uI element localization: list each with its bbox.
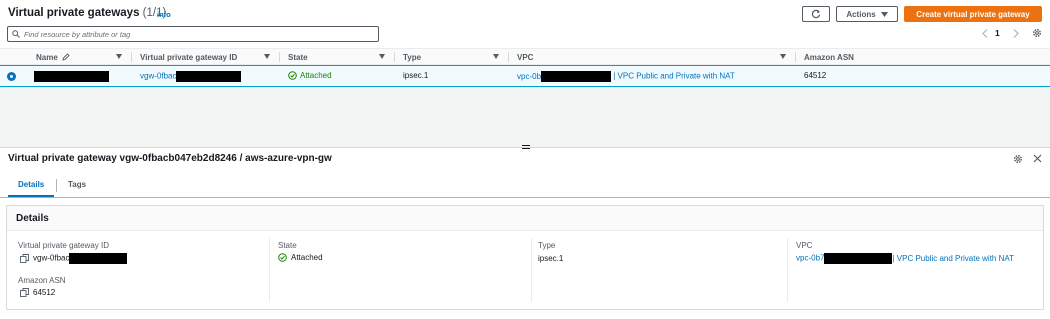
sort-caret-icon[interactable] xyxy=(493,54,499,59)
column-divider xyxy=(787,238,788,302)
check-circle-icon xyxy=(288,71,297,80)
page-title-text: Virtual private gateways xyxy=(8,7,140,19)
tab-tags[interactable]: Tags xyxy=(68,180,86,189)
state-label: State xyxy=(278,241,297,250)
gateway-id-text: vgw-0fbac xyxy=(33,253,70,263)
row-state-text: Attached xyxy=(300,71,332,80)
state-text: Attached xyxy=(291,253,323,262)
active-tab-indicator xyxy=(8,195,54,197)
sort-caret-icon[interactable] xyxy=(780,54,786,59)
page-title: Virtual private gateways (1/1) xyxy=(8,7,166,19)
column-header-vpc[interactable]: VPC xyxy=(517,49,533,65)
redacted-gateway-id xyxy=(176,71,242,82)
edit-pencil-icon xyxy=(62,53,70,61)
amazon-asn-label: Amazon ASN xyxy=(18,276,66,285)
column-header-type-label: Type xyxy=(403,52,422,62)
refresh-icon xyxy=(811,9,821,19)
search-input[interactable] xyxy=(24,29,364,39)
search-icon xyxy=(12,30,20,38)
refresh-button[interactable] xyxy=(802,6,830,22)
row-vpc-link[interactable]: vpc-0b xyxy=(517,71,612,82)
close-detail-button[interactable] xyxy=(1032,153,1043,164)
row-vpc-id-text: vpc-0b xyxy=(517,71,542,81)
detail-tabs: Details Tags xyxy=(0,174,1050,198)
row-state-cell: Attached xyxy=(288,71,332,80)
current-page-number[interactable]: 1 xyxy=(995,28,1000,38)
column-divider[interactable] xyxy=(508,52,509,62)
close-icon xyxy=(1033,154,1042,163)
state-value: Attached xyxy=(278,253,323,262)
row-gateway-id-text: vgw-0fbac xyxy=(140,71,177,81)
row-vpc-name[interactable]: | VPC Public and Private with NAT xyxy=(611,72,735,81)
row-gateway-id-link[interactable]: vgw-0fbac xyxy=(140,71,242,82)
column-header-name-label: Name xyxy=(36,52,58,62)
vpc-label: VPC xyxy=(796,241,813,250)
create-gateway-button[interactable]: Create virtual private gateway xyxy=(904,6,1042,22)
type-value: ipsec.1 xyxy=(538,254,564,263)
redacted-gateway-id xyxy=(69,253,128,264)
check-circle-icon xyxy=(278,253,287,262)
column-divider[interactable] xyxy=(394,52,395,62)
column-divider[interactable] xyxy=(795,52,796,62)
details-card: Details Virtual private gateway ID vgw-0… xyxy=(6,205,1044,310)
chevron-right-icon xyxy=(1013,28,1019,38)
vpc-name[interactable]: | VPC Public and Private with NAT xyxy=(892,254,1014,263)
search-field[interactable] xyxy=(7,26,379,42)
detail-panel-title: Virtual private gateway vgw-0fbacb047eb2… xyxy=(8,153,332,164)
column-header-state-label: State xyxy=(288,52,308,62)
actions-dropdown-button[interactable]: Actions xyxy=(836,6,898,22)
gateway-id-value: vgw-0fbac xyxy=(20,253,128,264)
details-card-header: Details xyxy=(7,206,1043,231)
tab-divider xyxy=(56,179,57,192)
column-header-gateway-id[interactable]: Virtual private gateway ID xyxy=(140,49,237,65)
redacted-vpc-id xyxy=(541,71,612,82)
tab-details[interactable]: Details xyxy=(18,180,44,189)
column-header-amazon-asn-label: Amazon ASN xyxy=(804,52,854,62)
row-name-cell xyxy=(34,71,109,82)
settings-gear-icon xyxy=(1013,154,1022,163)
row-vpc-cell: vpc-0b | VPC Public and Private with NAT xyxy=(517,71,735,82)
redacted-name xyxy=(34,71,109,82)
caret-down-icon xyxy=(880,11,888,17)
column-header-state[interactable]: State xyxy=(288,49,308,65)
table-header: Name Virtual private gateway ID State Ty… xyxy=(0,48,1050,65)
type-label: Type xyxy=(538,241,556,250)
next-page-button[interactable] xyxy=(1011,27,1021,39)
settings-gear-icon xyxy=(1033,29,1041,37)
column-divider xyxy=(531,238,532,302)
details-card-title: Details xyxy=(16,213,49,224)
amazon-asn-text: 64512 xyxy=(33,288,56,297)
chevron-left-icon xyxy=(982,28,988,38)
table-preferences-button[interactable] xyxy=(1031,27,1043,39)
column-divider[interactable] xyxy=(279,52,280,62)
column-header-type[interactable]: Type xyxy=(403,49,421,65)
detail-settings-button[interactable] xyxy=(1012,153,1023,164)
drag-handle-icon[interactable] xyxy=(522,145,530,150)
actions-label: Actions xyxy=(846,9,876,19)
table-row[interactable]: vgw-0fbac Attached ipsec.1 vpc-0b | VPC … xyxy=(0,65,1050,87)
amazon-asn-value: 64512 xyxy=(20,288,55,297)
redacted-vpc-id xyxy=(824,253,893,264)
info-link[interactable]: info xyxy=(157,10,171,19)
row-type-cell: ipsec.1 xyxy=(403,71,429,80)
table-empty-area xyxy=(0,87,1050,143)
sort-caret-icon[interactable] xyxy=(264,54,270,59)
column-header-amazon-asn[interactable]: Amazon ASN xyxy=(804,49,854,65)
copy-icon[interactable] xyxy=(20,288,29,297)
column-divider xyxy=(269,238,270,302)
vpc-link[interactable]: vpc-0b7 xyxy=(796,253,893,264)
column-header-name[interactable]: Name xyxy=(36,49,70,65)
column-header-gateway-id-label: Virtual private gateway ID xyxy=(140,52,238,62)
vpc-id-text: vpc-0b7 xyxy=(796,253,825,263)
column-header-vpc-label: VPC xyxy=(517,52,534,62)
vpc-value: vpc-0b7 | VPC Public and Private with NA… xyxy=(796,253,1014,264)
row-select-radio[interactable] xyxy=(7,72,16,81)
sort-caret-icon[interactable] xyxy=(116,54,122,59)
column-divider[interactable] xyxy=(131,52,132,62)
sort-caret-icon[interactable] xyxy=(379,54,385,59)
copy-icon[interactable] xyxy=(20,254,29,263)
row-asn-cell: 64512 xyxy=(804,71,827,80)
gateway-id-label: Virtual private gateway ID xyxy=(18,241,110,250)
previous-page-button[interactable] xyxy=(980,27,990,39)
